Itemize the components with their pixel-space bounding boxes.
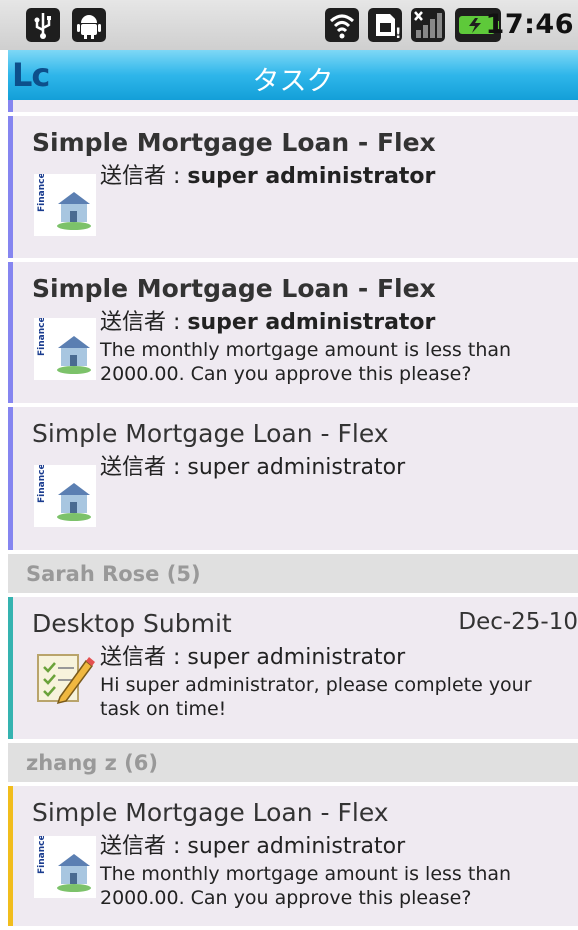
title-bar: Lc タスク bbox=[8, 50, 578, 100]
group-header-sarah-rose[interactable]: Sarah Rose (5) bbox=[8, 554, 578, 593]
task-date: Dec-25-10 bbox=[458, 609, 578, 635]
task-description: Hi super administrator, please complete … bbox=[100, 674, 532, 720]
svg-text:Finance: Finance bbox=[37, 836, 47, 874]
svg-text:!: ! bbox=[395, 26, 401, 42]
task-title: Desktop Submit bbox=[32, 609, 232, 638]
task-title: Simple Mortgage Loan - Flex bbox=[32, 419, 389, 448]
task-checklist-icon bbox=[34, 647, 96, 709]
task-title: Simple Mortgage Loan - Flex bbox=[32, 128, 436, 157]
svg-text:Finance: Finance bbox=[37, 174, 47, 212]
task-item[interactable]: Simple Mortgage Loan - Flex Finance 送信者 … bbox=[8, 786, 578, 926]
group-header-label: zhang z (6) bbox=[26, 751, 158, 775]
task-sender: 送信者 : super administrator bbox=[100, 310, 436, 335]
task-item[interactable]: Desktop Submit Dec-25-10 送信者 : super adm… bbox=[8, 597, 578, 739]
svg-text:Finance: Finance bbox=[37, 318, 47, 356]
task-title: Simple Mortgage Loan - Flex bbox=[32, 798, 389, 827]
finance-house-icon: Finance bbox=[34, 316, 96, 380]
group-header-zhang-z[interactable]: zhang z (6) bbox=[8, 743, 578, 782]
finance-house-icon: Finance bbox=[34, 172, 96, 236]
task-sender: 送信者 : super administrator bbox=[100, 645, 406, 670]
task-list: Simple Mortgage Loan - Flex Finance 送信者 … bbox=[8, 100, 578, 930]
task-sender: 送信者 : super administrator bbox=[100, 455, 406, 480]
task-item[interactable]: Simple Mortgage Loan - Flex Finance 送信者 … bbox=[8, 407, 578, 550]
task-item[interactable]: Simple Mortgage Loan - Flex Finance 送信者 … bbox=[8, 116, 578, 258]
android-icon bbox=[72, 8, 106, 42]
finance-house-icon: Finance bbox=[34, 834, 96, 898]
status-time: 17:46 bbox=[485, 9, 574, 40]
usb-icon bbox=[26, 8, 60, 42]
page-title: タスク bbox=[252, 66, 334, 97]
group-header-label: Sarah Rose (5) bbox=[26, 562, 201, 586]
task-item[interactable]: Simple Mortgage Loan - Flex Finance 送信者 … bbox=[8, 262, 578, 403]
task-sender: 送信者 : super administrator bbox=[100, 164, 436, 189]
svg-text:Finance: Finance bbox=[37, 465, 47, 503]
finance-house-icon: Finance bbox=[34, 463, 96, 527]
list-item-partial[interactable] bbox=[8, 100, 578, 112]
signal-icon bbox=[411, 8, 445, 42]
sim-icon: ! bbox=[368, 8, 402, 42]
task-description: The monthly mortgage amount is less than… bbox=[100, 863, 512, 909]
task-title: Simple Mortgage Loan - Flex bbox=[32, 274, 436, 303]
wifi-icon bbox=[325, 8, 359, 42]
task-sender: 送信者 : super administrator bbox=[100, 834, 406, 859]
task-description: The monthly mortgage amount is less than… bbox=[100, 339, 512, 385]
status-bar: ! 17:46 bbox=[0, 0, 578, 50]
